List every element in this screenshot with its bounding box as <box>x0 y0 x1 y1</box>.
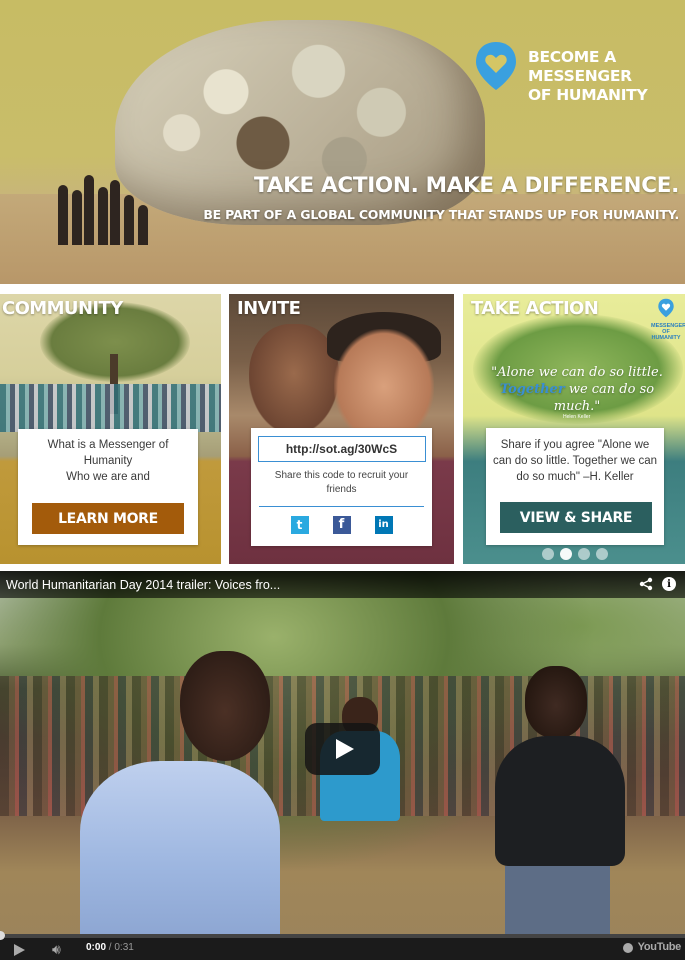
time-display: 0:00 / 0:31 <box>86 942 134 953</box>
take-action-card: Share if you agree "Alone we can do so l… <box>486 428 664 545</box>
man-portrait <box>249 324 339 434</box>
logo-text: BECOME A MESSENGER OF HUMANITY <box>528 48 685 105</box>
quote-highlight: Together <box>499 382 565 397</box>
invite-title: INVITE <box>237 298 301 319</box>
share-icon[interactable] <box>639 577 653 594</box>
info-icon[interactable]: i <box>662 577 676 591</box>
progress-bar[interactable] <box>0 931 685 940</box>
duration: / 0:31 <box>108 942 134 953</box>
video-title[interactable]: World Humanitarian Day 2014 trailer: Voi… <box>6 578 280 592</box>
twitter-icon[interactable]: t <box>290 515 309 534</box>
quote-line2-rest: we can do so much." <box>553 382 655 414</box>
current-time: 0:00 <box>86 942 107 953</box>
community-line1: What is a Messenger of <box>47 439 169 451</box>
quote-image-text: "Alone we can do so little. Together we … <box>477 364 677 415</box>
share-description: Share if you agree "Alone we can do so l… <box>492 439 658 483</box>
community-card: What is a Messenger of Humanity Who we a… <box>18 429 198 545</box>
invite-code-field[interactable]: http://sot.ag/30WcS <box>257 436 426 462</box>
social-share-row: t f in <box>259 506 424 542</box>
play-icon <box>335 739 354 759</box>
child-portrait <box>334 329 434 444</box>
watch-later-icon[interactable] <box>623 943 633 953</box>
invite-tile[interactable]: INVITE http://sot.ag/30WcS Share this co… <box>229 294 454 564</box>
youtube-brand-text: YouTube <box>637 941 682 953</box>
hero-banner[interactable]: BECOME A MESSENGER OF HUMANITY TAKE ACTI… <box>0 0 685 284</box>
volume-icon[interactable]: 🔊︎ <box>52 941 61 958</box>
man-dancing <box>480 666 630 938</box>
hero-headline: TAKE ACTION. MAKE A DIFFERENCE. <box>254 173 679 198</box>
community-title: COMMUNITY <box>2 298 123 319</box>
community-tile[interactable]: COMMUNITY What is a Messenger of Humanit… <box>0 294 221 564</box>
heart-pin-icon <box>658 298 674 318</box>
carousel-dot-4[interactable] <box>596 548 608 560</box>
logo-text-line1: BECOME A MESSENGER <box>528 48 632 85</box>
view-and-share-button[interactable]: VIEW & SHARE <box>500 502 652 533</box>
learn-more-button[interactable]: LEARN MORE <box>32 503 184 534</box>
linkedin-icon[interactable]: in <box>374 515 393 534</box>
video-title-bar: World Humanitarian Day 2014 trailer: Voi… <box>0 571 685 598</box>
community-description: What is a Messenger of Humanity Who we a… <box>18 437 198 485</box>
messengers-of-humanity-logo: MESSENGERS OF HUMANITY <box>651 298 685 341</box>
people-silhouettes <box>58 170 168 245</box>
youtube-logo[interactable]: YouTube <box>637 941 682 953</box>
carousel-dot-3[interactable] <box>578 548 590 560</box>
community-line2: Humanity <box>83 455 133 467</box>
community-line3: Who we are and <box>66 471 150 483</box>
progress-knob[interactable] <box>0 931 5 940</box>
action-logo-text: MESSENGERS OF HUMANITY <box>651 323 685 341</box>
quote-line1: "Alone we can do so little. <box>491 365 663 380</box>
take-action-tile[interactable]: TAKE ACTION MESSENGERS OF HUMANITY "Alon… <box>463 294 685 564</box>
play-icon[interactable] <box>14 944 25 956</box>
invite-description: Share this code to recruit your friends <box>274 470 409 495</box>
quote-author: Helen Keller <box>563 414 591 420</box>
carousel-dot-1[interactable] <box>542 548 554 560</box>
hero-subheadline: BE PART OF A GLOBAL COMMUNITY THAT STAND… <box>203 207 679 222</box>
carousel-dots <box>542 548 608 560</box>
crowd-image <box>0 384 221 432</box>
heart-pin-icon <box>474 40 518 90</box>
facebook-icon[interactable]: f <box>332 515 351 534</box>
woman-dancing <box>40 651 280 938</box>
video-control-bar: 🔊︎ 0:00 / 0:31 YouTube <box>0 931 685 960</box>
take-action-title: TAKE ACTION <box>471 298 599 319</box>
play-button[interactable] <box>305 723 380 775</box>
quote-line2: Together we can do so much." <box>477 381 677 415</box>
invite-card: http://sot.ag/30WcS Share this code to r… <box>251 428 432 546</box>
video-player[interactable]: World Humanitarian Day 2014 trailer: Voi… <box>0 571 685 960</box>
logo-text-line2: OF HUMANITY <box>528 86 648 104</box>
messenger-of-humanity-logo[interactable]: BECOME A MESSENGER OF HUMANITY <box>474 40 685 105</box>
carousel-dot-2[interactable] <box>560 548 572 560</box>
